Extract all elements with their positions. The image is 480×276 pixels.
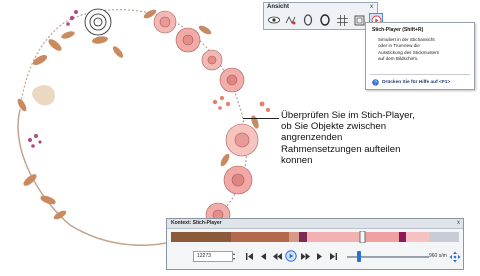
close-icon[interactable]: x xyxy=(368,4,375,10)
callout-line-text: ob Sie Objekte zwischen xyxy=(281,121,387,133)
outline-icon[interactable] xyxy=(301,13,315,28)
speed-slider-thumb[interactable] xyxy=(357,251,361,262)
tooltip-body: Simuliert in der Stichansicht oder in Tr… xyxy=(378,37,470,63)
tooltip-title: Stich-Player (Shift+R) xyxy=(372,27,424,33)
frame-spinner[interactable]: ▴ ▾ xyxy=(233,251,238,262)
skip-to-end-icon[interactable] xyxy=(327,250,339,262)
step-forward-icon[interactable] xyxy=(313,250,325,262)
timeline-segment xyxy=(429,232,459,242)
tooltip-help-text: Drücken Sie für Hilfe auf <F1> xyxy=(382,80,451,85)
timeline-segment xyxy=(171,232,231,242)
white-rose xyxy=(84,8,112,36)
tooltip-help: ? Drücken Sie für Hilfe auf <F1> xyxy=(372,79,450,86)
close-icon[interactable]: x xyxy=(457,219,460,228)
timeline-segment xyxy=(307,232,365,242)
purple-sprigs xyxy=(28,10,78,148)
callout-line xyxy=(243,118,279,119)
tooltip-divider xyxy=(370,74,470,75)
timeline-segment xyxy=(406,232,429,242)
rewind-icon[interactable] xyxy=(271,250,283,262)
callout-line-text: Überprüfen Sie im Stich-Player, xyxy=(281,110,415,121)
step-back-icon[interactable] xyxy=(257,250,269,262)
svg-text:?: ? xyxy=(374,80,377,86)
player-controls: 12273 ▴ ▾ 960 s/m xyxy=(171,249,461,265)
play-icon[interactable] xyxy=(285,250,297,262)
timeline-segment xyxy=(289,232,299,242)
view-toolbar-title: Ansicht xyxy=(267,4,290,10)
callout-text: Überprüfen Sie im Stich-Player, ob Sie O… xyxy=(281,110,477,166)
stitch-filter-icon[interactable] xyxy=(284,13,298,28)
fast-forward-icon[interactable] xyxy=(299,250,311,262)
callout-line-text: angrenzenden xyxy=(281,132,343,144)
stitch-timeline[interactable] xyxy=(171,231,459,243)
grid-icon[interactable] xyxy=(335,13,349,28)
timeline-segment xyxy=(299,232,307,242)
tooltip-body-line: auf dem Bildschirm. xyxy=(378,56,419,62)
frame-icon[interactable] xyxy=(352,13,366,28)
help-icon: ? xyxy=(372,79,379,86)
oval-icon[interactable] xyxy=(318,13,332,28)
berries xyxy=(212,96,270,112)
timeline-thumb xyxy=(359,231,366,243)
speed-label: 960 s/m xyxy=(429,253,447,259)
stitch-player-title: Kontext: Stich-Player xyxy=(167,219,463,229)
timeline-segment xyxy=(231,232,289,242)
timeline-segment xyxy=(399,232,406,242)
callout-line-text: konnen xyxy=(281,154,313,166)
eye-icon[interactable] xyxy=(267,13,281,28)
stitch-player-panel: Kontext: Stich-Player x 12273 ▴ ▾ 960 s/… xyxy=(166,218,464,270)
view-toolbar: Ansicht x xyxy=(263,2,383,30)
skip-to-start-icon[interactable] xyxy=(243,250,255,262)
stitch-player-tooltip: Stich-Player (Shift+R) Simuliert in der … xyxy=(365,22,475,90)
callout-line-text: Rahmensetzungen aufteilen xyxy=(281,143,401,155)
leaf-cluster-left xyxy=(17,31,124,220)
timeline-segment xyxy=(365,232,399,242)
frame-number-input[interactable]: 12273 xyxy=(193,251,233,262)
move-icon[interactable] xyxy=(449,251,461,263)
